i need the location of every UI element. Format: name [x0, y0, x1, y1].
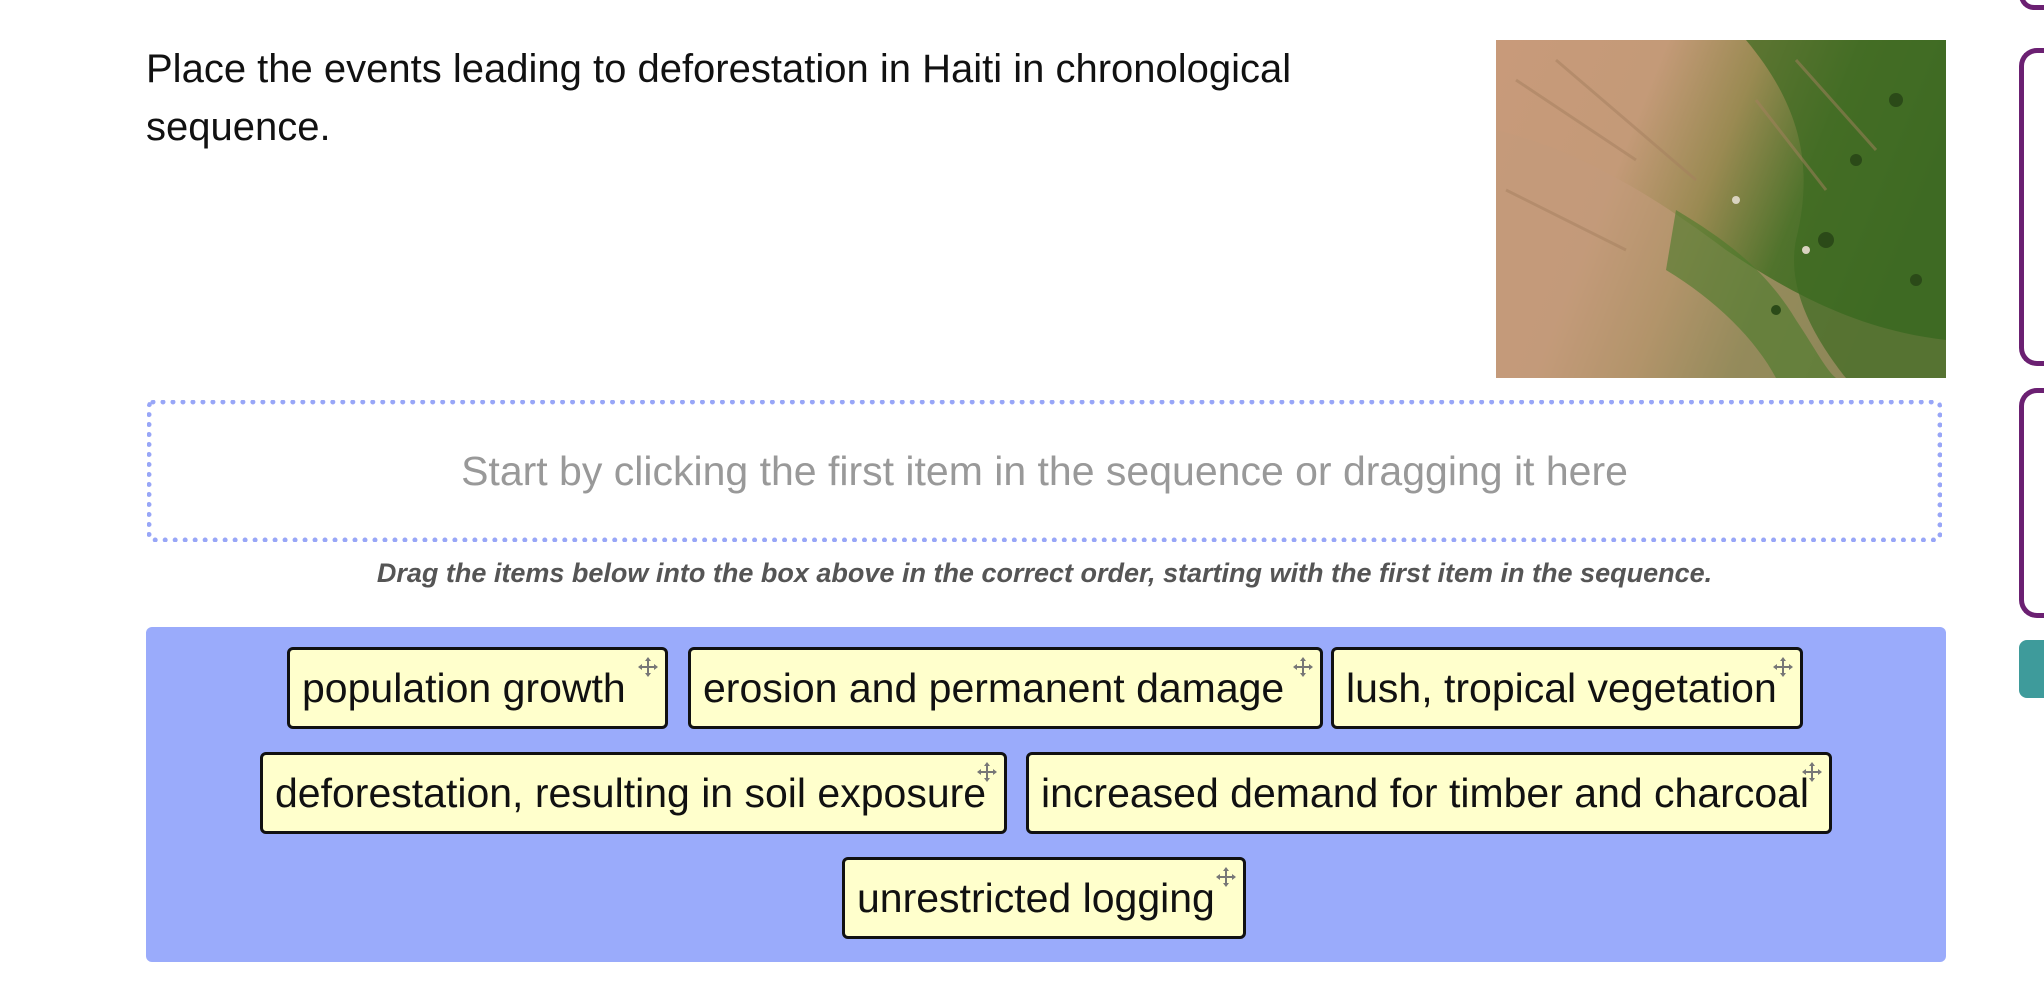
sequence-item-label: population growth: [302, 665, 626, 711]
side-panel-button[interactable]: [2019, 640, 2044, 698]
move-icon: [1216, 867, 1236, 887]
satellite-image-haiti: [1496, 40, 1946, 378]
move-icon: [1293, 657, 1313, 677]
move-icon: [1773, 657, 1793, 677]
sequence-item[interactable]: increased demand for timber and charcoal: [1026, 752, 1832, 834]
sequence-item[interactable]: lush, tropical vegetation: [1331, 647, 1803, 729]
sequence-item-label: increased demand for timber and charcoal: [1041, 770, 1810, 816]
side-panel-card[interactable]: [2019, 48, 2044, 366]
move-icon: [1802, 762, 1822, 782]
side-panel-card[interactable]: [2019, 388, 2044, 618]
sequence-item[interactable]: population growth: [287, 647, 668, 729]
sequence-item-label: lush, tropical vegetation: [1346, 665, 1777, 711]
sequence-item-label: erosion and permanent damage: [703, 665, 1285, 711]
sequence-dropzone[interactable]: Start by clicking the first item in the …: [147, 400, 1942, 542]
side-panel-card[interactable]: [2019, 0, 2044, 10]
sequencing-question-page: Place the events leading to deforestatio…: [0, 0, 2044, 988]
move-icon: [638, 657, 658, 677]
sequence-item-label: unrestricted logging: [857, 875, 1215, 921]
move-icon: [977, 762, 997, 782]
item-bank: population growth erosion and permanent …: [146, 627, 1946, 962]
sequence-item[interactable]: unrestricted logging: [842, 857, 1246, 939]
question-text: Place the events leading to deforestatio…: [146, 47, 1292, 149]
dropzone-hint: Start by clicking the first item in the …: [461, 447, 1628, 494]
sequence-item-label: deforestation, resulting in soil exposur…: [275, 770, 987, 816]
sequence-item[interactable]: erosion and permanent damage: [688, 647, 1323, 729]
sequence-item[interactable]: deforestation, resulting in soil exposur…: [260, 752, 1007, 834]
instruction-text: Drag the items below into the box above …: [376, 558, 1713, 588]
